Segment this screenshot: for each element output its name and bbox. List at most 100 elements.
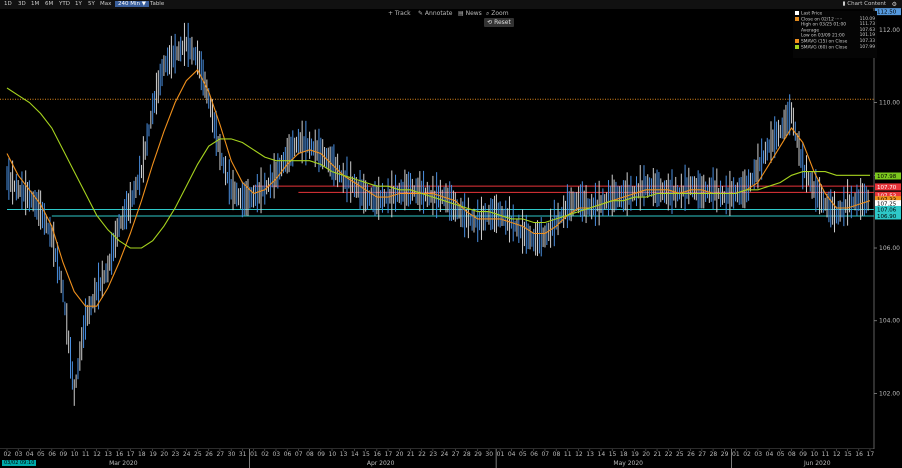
x-tick-label: 01: [250, 451, 258, 458]
x-tick-label: 05: [777, 451, 785, 458]
x-tick-label: 04: [26, 451, 34, 458]
price-tag-label: 106.90: [877, 214, 897, 220]
legend-swatch: [795, 28, 799, 32]
x-tick-label: 05: [519, 451, 527, 458]
price-chart[interactable]: 102.00104.00106.00108.00110.00112.00112.…: [0, 0, 902, 468]
x-tick-label: 14: [351, 451, 359, 458]
x-tick-label: 08: [306, 451, 314, 458]
x-tick-label: 09: [60, 451, 68, 458]
x-tick-label: 13: [586, 451, 594, 458]
x-tick-label: 17: [385, 451, 393, 458]
x-tick-label: 30: [485, 451, 493, 458]
x-tick-label: 23: [429, 451, 437, 458]
x-tick-label: 17: [867, 451, 875, 458]
x-tick-label: 19: [631, 451, 639, 458]
x-tick-label: 29: [721, 451, 729, 458]
legend-label: SMAVG (60) on Close: [801, 45, 848, 51]
x-tick-label: 16: [116, 451, 124, 458]
x-tick-label: 09: [317, 451, 325, 458]
x-tick-label: 30: [228, 451, 236, 458]
x-tick-label: 13: [340, 451, 348, 458]
x-tick-label: 13: [104, 451, 112, 458]
legend-swatch: [795, 16, 799, 21]
x-tick-label: 16: [855, 451, 863, 458]
x-tick-label: 27: [452, 451, 460, 458]
x-tick-label: 09: [799, 451, 807, 458]
x-tick-label: 18: [138, 451, 146, 458]
x-tick-label: 02: [4, 451, 12, 458]
x-tick-label: 03: [15, 451, 23, 458]
x-tick-label: 04: [766, 451, 774, 458]
x-tick-label: 15: [844, 451, 852, 458]
series-line-smavg-60: [6, 87, 870, 249]
x-tick-label: 01: [497, 451, 505, 458]
x-tick-label: 19: [149, 451, 157, 458]
x-tick-label: 03: [754, 451, 762, 458]
x-tick-label: 12: [833, 451, 841, 458]
legend-item[interactable]: SMAVG (60) on Close 107.99: [793, 44, 877, 51]
y-tick-label: 112.00: [879, 27, 900, 34]
x-tick-label: 20: [160, 451, 168, 458]
x-tick-label: 06: [48, 451, 56, 458]
x-tick-label: 27: [698, 451, 706, 458]
y-tick-label: 106.00: [879, 245, 900, 252]
y-tick-label: 104.00: [879, 318, 900, 325]
x-tick-label: 28: [710, 451, 718, 458]
legend-swatch: [795, 11, 799, 15]
x-tick-label: 08: [788, 451, 796, 458]
x-tick-label: 27: [216, 451, 224, 458]
x-tick-label: 26: [205, 451, 213, 458]
x-tick-label: 16: [373, 451, 381, 458]
x-tick-label: 15: [362, 451, 370, 458]
x-tick-label: 15: [609, 451, 617, 458]
legend-panel: Last Price Close on 02/12 ····· 110.09 High…: [793, 11, 877, 58]
x-tick-label: 25: [676, 451, 684, 458]
x-tick-label: 18: [620, 451, 628, 458]
x-tick-label: 25: [194, 451, 202, 458]
x-tick-label: 07: [541, 451, 549, 458]
x-tick-label: 06: [284, 451, 292, 458]
x-tick-label: 22: [418, 451, 426, 458]
x-tick-label: 14: [598, 451, 606, 458]
cursor-date-label: 03/02 09:10: [2, 460, 37, 466]
x-tick-label: 20: [642, 451, 650, 458]
x-tick-label: 10: [810, 451, 818, 458]
x-tick-label: 29: [474, 451, 482, 458]
x-tick-label: 23: [172, 451, 180, 458]
x-month-label: Apr 2020: [367, 460, 395, 467]
x-tick-label: 05: [37, 451, 45, 458]
x-tick-label: 24: [441, 451, 449, 458]
x-tick-label: 24: [183, 451, 191, 458]
y-tick-label: 110.00: [879, 100, 900, 107]
x-tick-label: 17: [127, 451, 135, 458]
x-tick-label: 10: [71, 451, 79, 458]
x-tick-label: 08: [553, 451, 561, 458]
x-tick-label: 07: [295, 451, 303, 458]
x-tick-label: 02: [261, 451, 269, 458]
x-tick-label: 06: [530, 451, 538, 458]
x-tick-label: 11: [564, 451, 572, 458]
x-tick-label: 20: [396, 451, 404, 458]
x-tick-label: 31: [239, 451, 247, 458]
x-month-label: Mar 2020: [109, 460, 138, 467]
x-tick-label: 11: [822, 451, 830, 458]
price-tag-label: 107.70: [877, 185, 897, 191]
x-tick-label: 12: [575, 451, 583, 458]
x-tick-label: 26: [687, 451, 695, 458]
legend-value: 107.99: [859, 44, 875, 50]
x-tick-label: 02: [743, 451, 751, 458]
x-tick-label: 10: [329, 451, 337, 458]
legend-swatch: [795, 33, 799, 37]
x-tick-label: 03: [272, 451, 280, 458]
y-tick-label: 102.00: [879, 390, 900, 397]
x-tick-label: 04: [508, 451, 516, 458]
legend-swatch: [795, 22, 799, 26]
legend-swatch: [795, 44, 799, 49]
x-tick-label: 21: [654, 451, 662, 458]
x-month-label: Jun 2020: [803, 460, 831, 467]
price-tag-label: 107.98: [877, 174, 897, 180]
x-tick-label: 11: [82, 451, 90, 458]
x-tick-label: 01: [732, 451, 740, 458]
x-tick-label: 12: [93, 451, 101, 458]
x-tick-label: 22: [665, 451, 673, 458]
